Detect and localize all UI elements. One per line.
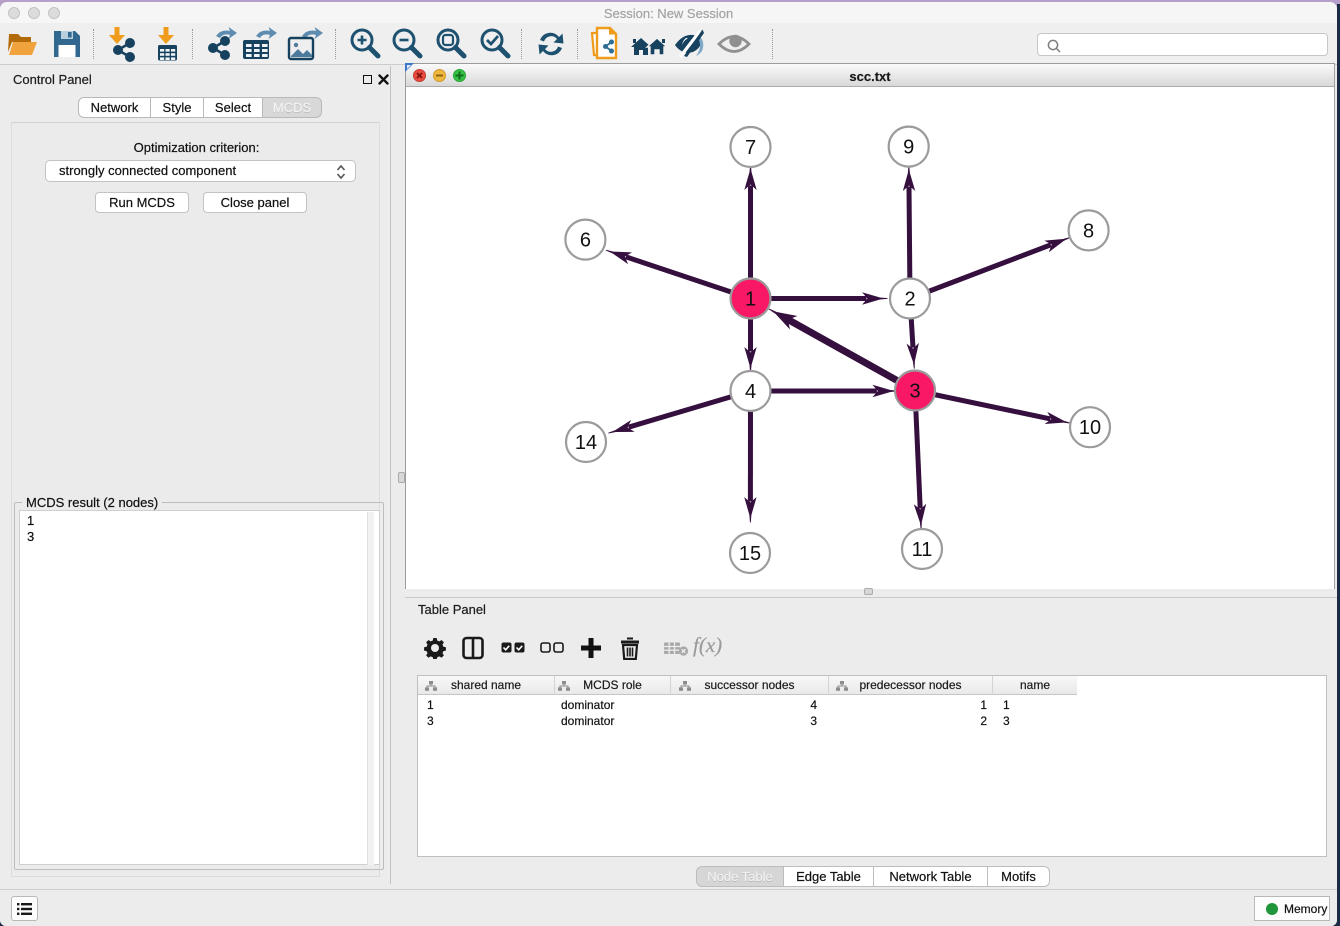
svg-text:4: 4 [745, 381, 756, 403]
svg-text:1: 1 [745, 289, 756, 311]
svg-text:8: 8 [1083, 220, 1094, 242]
svg-text:14: 14 [575, 432, 597, 454]
svg-text:15: 15 [739, 543, 761, 565]
svg-text:10: 10 [1079, 417, 1101, 439]
svg-text:11: 11 [912, 539, 933, 561]
svg-text:7: 7 [745, 137, 756, 159]
svg-text:6: 6 [580, 230, 591, 252]
svg-text:2: 2 [904, 289, 915, 311]
svg-text:9: 9 [903, 137, 914, 159]
svg-text:3: 3 [909, 381, 920, 403]
